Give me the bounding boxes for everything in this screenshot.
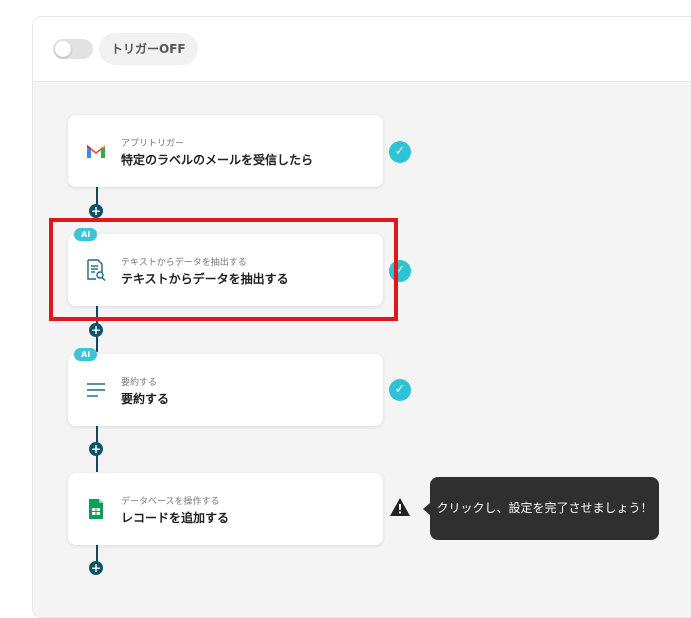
warning-icon [389, 497, 411, 517]
step-title: 要約する [121, 392, 170, 406]
setup-hint-tooltip: クリックし、設定を完了させましょう！ [423, 477, 659, 540]
flow-step-card-summarize[interactable]: AI 要約する 要約する [68, 348, 383, 426]
toggle-knob [55, 41, 71, 57]
add-step-button[interactable]: + [89, 442, 103, 456]
step-subtitle: データベースを操作する [121, 497, 220, 507]
ai-badge: AI [74, 348, 98, 361]
step-subtitle: 要約する [121, 378, 158, 388]
step-title: レコードを追加する [121, 511, 230, 525]
complete-check-icon: ✓ [389, 379, 411, 401]
step-subtitle: アプリトリガー [121, 139, 185, 149]
add-step-button[interactable]: + [89, 204, 103, 218]
trigger-status-label: トリガーOFF [99, 33, 198, 65]
step-title: 特定のラベルのメールを受信したら [121, 153, 314, 167]
gmail-icon [84, 139, 108, 163]
add-step-button[interactable]: + [89, 561, 103, 575]
flow-step-card-trigger[interactable]: アプリトリガー 特定のラベルのメールを受信したら [68, 115, 383, 187]
flow-header: トリガーOFF [33, 17, 691, 82]
complete-check-icon: ✓ [389, 141, 411, 163]
summarize-lines-icon [84, 378, 108, 402]
highlight-annotation-box [49, 218, 398, 321]
add-step-button[interactable]: + [89, 323, 103, 337]
flow-step-card-add-record[interactable]: データベースを操作する レコードを追加する [68, 473, 383, 545]
trigger-toggle[interactable] [53, 39, 93, 59]
google-sheets-icon [84, 497, 108, 521]
